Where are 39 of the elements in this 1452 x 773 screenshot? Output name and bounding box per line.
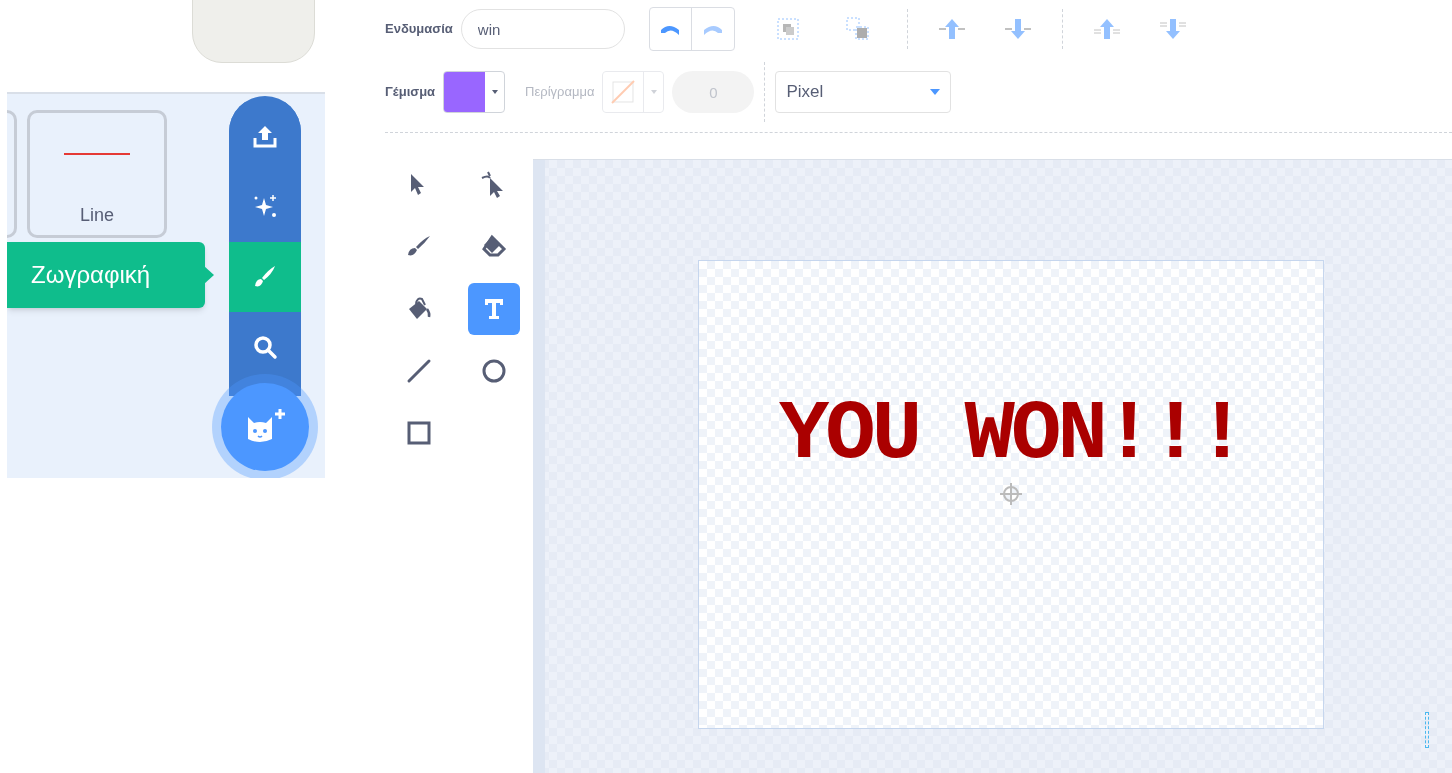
no-color-icon [610, 79, 637, 105]
sparkle-icon [252, 194, 278, 220]
square-icon [405, 419, 433, 447]
group-icon [774, 16, 801, 42]
outline-color-picker[interactable] [602, 71, 665, 113]
forward-button[interactable] [937, 17, 966, 41]
choose-costume-button[interactable] [221, 383, 309, 471]
costume-label: Line [80, 204, 114, 227]
caret-icon [650, 90, 657, 94]
front-button[interactable] [1092, 17, 1121, 41]
circle-icon [480, 357, 508, 385]
ungroup-button[interactable] [844, 16, 871, 42]
back-button[interactable] [1158, 17, 1187, 41]
fill-color-picker[interactable] [443, 71, 506, 113]
costume-label: Ενδυμασία [385, 20, 453, 39]
line-thumbnail [64, 153, 130, 156]
menu-tooltip: Ζωγραφική [7, 242, 205, 308]
backward-button[interactable] [1003, 17, 1032, 41]
text-cursor [1425, 712, 1429, 748]
tool-button[interactable] [468, 283, 520, 335]
canvas-text: YOU WON!!! [778, 393, 1244, 477]
group-button[interactable] [774, 16, 801, 42]
arrow-down-icon [1003, 17, 1032, 41]
tooltip-pointer [204, 266, 214, 284]
ungroup-icon [844, 16, 871, 42]
line-icon [405, 357, 433, 385]
caret-icon [930, 89, 941, 95]
font-dropdown[interactable]: Pixel [775, 71, 952, 113]
fill-label: Γέμισμα [385, 83, 436, 102]
costume-name-field[interactable]: win [460, 9, 625, 49]
arrow-up-icon [937, 17, 966, 41]
caret-icon [491, 90, 498, 94]
arrow-down-icon [1158, 17, 1187, 41]
crosshair-icon [1000, 483, 1022, 505]
outline-label: Περίγραμμα [525, 83, 595, 102]
arrow-up-icon [1092, 17, 1121, 41]
search-icon [252, 334, 278, 360]
costume-tile[interactable]: Line [27, 110, 167, 238]
upload-icon [252, 124, 278, 150]
